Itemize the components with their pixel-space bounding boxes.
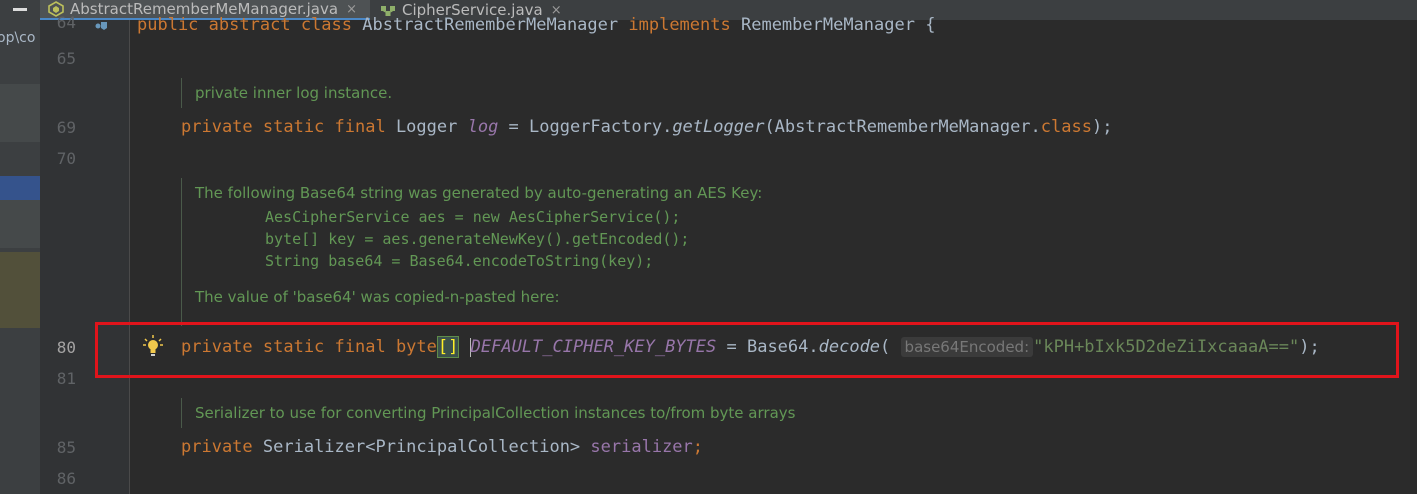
line-number: 65 bbox=[56, 49, 76, 68]
method-call: getLogger bbox=[672, 117, 765, 137]
tree-row[interactable] bbox=[0, 84, 40, 142]
statement-end: ); bbox=[1091, 117, 1113, 137]
line-number: 85 bbox=[56, 438, 76, 457]
assignment: = LoggerFactory. bbox=[498, 117, 673, 137]
field-name: serializer bbox=[590, 437, 693, 457]
doc-text: private inner log instance. bbox=[195, 84, 393, 102]
type-name: Serializer<PrincipalCollection> bbox=[252, 437, 591, 457]
modifiers: private static final bbox=[181, 117, 386, 137]
serializer-doc-comment[interactable]: Serializer to use for converting Princip… bbox=[181, 398, 795, 428]
aes-key-doc-comment[interactable]: The following Base64 string was generate… bbox=[181, 178, 762, 326]
doc-text: The value of 'base64' was copied-n-paste… bbox=[195, 288, 560, 306]
tree-row-selected[interactable] bbox=[0, 176, 40, 200]
minus-icon bbox=[13, 8, 27, 11]
type-name: Logger bbox=[385, 117, 468, 137]
class-keyword: class bbox=[1040, 117, 1092, 137]
line-number: 69 bbox=[56, 118, 76, 137]
log-doc-comment[interactable]: private inner log instance. bbox=[181, 78, 392, 108]
doc-code-line: AesCipherService aes = new AesCipherServ… bbox=[265, 208, 681, 226]
gutter-divider bbox=[129, 20, 130, 494]
highlight-annotation-box bbox=[95, 322, 1399, 378]
doc-code-line: String base64 = Base64.encodeToString(ke… bbox=[265, 252, 654, 270]
line-number: 81 bbox=[56, 369, 76, 388]
logger-declaration-line[interactable]: private static final Logger log = Logger… bbox=[181, 117, 1112, 137]
implements-marker-icon[interactable] bbox=[92, 20, 110, 34]
project-pane: op\co bbox=[0, 20, 40, 494]
line-number-current: 80 bbox=[56, 338, 76, 357]
project-path-text: op\co bbox=[0, 30, 36, 46]
doc-text: Serializer to use for converting Princip… bbox=[195, 404, 796, 422]
statement-end: ; bbox=[692, 437, 704, 457]
line-number: 70 bbox=[56, 149, 76, 168]
doc-code-line: byte[] key = aes.generateNewKey().getEnc… bbox=[265, 230, 690, 248]
line-number-gutter[interactable] bbox=[40, 20, 130, 494]
class-declaration-line[interactable]: public abstract class AbstractRememberMe… bbox=[137, 15, 935, 35]
tree-row[interactable] bbox=[0, 252, 40, 328]
serializer-declaration-line[interactable]: private Serializer<PrincipalCollection> … bbox=[181, 437, 703, 457]
line-number: 64 bbox=[56, 13, 76, 32]
line-number: 86 bbox=[56, 469, 76, 488]
doc-text: The following Base64 string was generate… bbox=[195, 184, 763, 202]
minimize-button[interactable] bbox=[0, 0, 40, 20]
tree-row[interactable] bbox=[0, 200, 40, 248]
field-name: log bbox=[467, 117, 499, 137]
method-args: (AbstractRememberMeManager. bbox=[764, 117, 1041, 137]
modifiers: private bbox=[181, 437, 253, 457]
